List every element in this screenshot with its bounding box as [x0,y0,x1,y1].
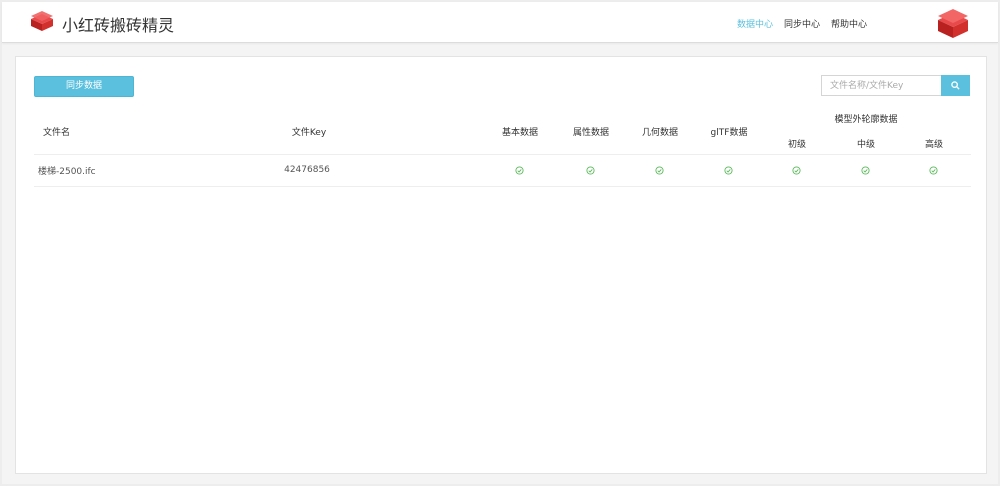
col-header-outline-group: 模型外轮廓数据 [834,115,898,125]
search-icon [951,81,960,90]
col-header-basic: 基本数据 [501,128,539,138]
sync-data-button[interactable]: 同步数据 [34,76,134,97]
search-input[interactable] [821,75,942,96]
check-circle-icon [724,166,733,175]
col-header-mid: 中级 [856,140,876,150]
brick-avatar-icon[interactable] [936,8,970,44]
brick-logo-icon [29,11,55,37]
cell-file-key: 42476856 [284,165,330,175]
nav-sync-center[interactable]: 同步中心 [784,17,820,30]
check-circle-icon [655,166,664,175]
col-header-high: 高级 [924,140,944,150]
search-button[interactable] [941,75,970,96]
check-circle-icon [515,166,524,175]
top-header: 小红砖搬砖精灵 数据中心 同步中心 帮助中心 [2,2,998,43]
col-header-file-name: 文件名 [43,128,71,138]
data-panel: 同步数据 文件名 文件Key 基本数据 属性数据 几何数据 glTF数据 模型外… [15,56,987,474]
nav-help-center[interactable]: 帮助中心 [831,17,867,30]
cell-file-name: 楼梯-2500.ifc [38,167,96,177]
check-circle-icon [792,166,801,175]
header-divider [34,154,971,155]
app-title: 小红砖搬砖精灵 [62,16,175,35]
col-header-geometry: 几何数据 [641,128,679,138]
app-window: 小红砖搬砖精灵 数据中心 同步中心 帮助中心 同步数据 文件名称/文件Key 文… [2,2,998,484]
check-circle-icon [586,166,595,175]
col-header-gltf: glTF数据 [710,128,748,138]
col-header-low: 初级 [787,140,807,150]
check-circle-icon [861,166,870,175]
col-header-attr: 属性数据 [572,128,610,138]
col-header-file-key: 文件Key [291,128,327,138]
check-circle-icon [929,166,938,175]
row-divider [34,186,971,187]
nav-data-center[interactable]: 数据中心 [737,17,773,30]
